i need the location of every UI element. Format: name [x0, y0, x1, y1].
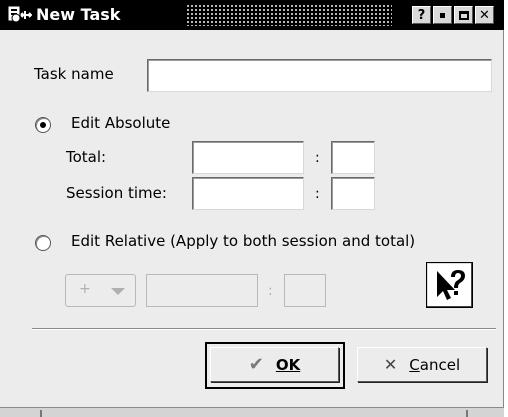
edit-relative-radio[interactable]	[35, 235, 51, 251]
total-minutes-field[interactable]	[331, 141, 375, 174]
task-name-field[interactable]	[147, 59, 492, 92]
session-time-label: Session time:	[66, 184, 167, 202]
relative-minutes-field[interactable]	[284, 274, 326, 307]
edit-relative-label[interactable]: Edit Relative (Apply to both session and…	[71, 232, 415, 250]
relative-hours-input[interactable]	[147, 275, 257, 306]
relative-colon: :	[268, 283, 273, 299]
cancel-label: Cancel	[409, 355, 461, 374]
close-button[interactable]: ✕	[475, 6, 494, 24]
relative-hours-field[interactable]	[146, 274, 258, 307]
cancel-button[interactable]: ✕ Cancel	[357, 347, 487, 382]
checkmark-icon: ✔	[248, 354, 264, 375]
footer-separator	[32, 328, 496, 330]
relative-minutes-input[interactable]	[285, 275, 325, 306]
whats-this-button[interactable]	[426, 262, 473, 308]
total-hours-field[interactable]	[192, 141, 304, 174]
session-colon: :	[315, 186, 320, 202]
maximize-icon	[458, 10, 469, 20]
sign-combo-value: +	[79, 281, 91, 297]
task-name-label: Task name	[34, 65, 114, 83]
minimize-button[interactable]	[433, 6, 452, 24]
total-hours-input[interactable]	[193, 142, 303, 173]
resize-grip-left[interactable]	[40, 410, 42, 417]
close-icon: ✕	[479, 7, 490, 23]
question-icon: ?	[417, 7, 426, 23]
chevron-down-icon	[111, 288, 125, 295]
sign-combo[interactable]: +	[65, 274, 136, 307]
window-title: New Task	[36, 5, 121, 24]
minimize-icon	[440, 12, 445, 18]
session-minutes-input[interactable]	[332, 178, 374, 209]
maximize-button[interactable]	[454, 6, 473, 24]
session-minutes-field[interactable]	[331, 177, 375, 210]
bottom-border	[0, 407, 504, 417]
new-task-dialog: New Task ? ✕ Task name Edit Absolute Tot…	[0, 0, 504, 417]
session-hours-field[interactable]	[192, 177, 304, 210]
title-bar[interactable]: New Task ? ✕	[0, 0, 504, 30]
session-hours-input[interactable]	[193, 178, 303, 209]
edit-absolute-label[interactable]: Edit Absolute	[71, 114, 170, 132]
ok-button[interactable]: ✔ OK	[210, 347, 339, 382]
total-colon: :	[315, 150, 320, 166]
total-label: Total:	[66, 148, 107, 166]
x-icon: ✕	[383, 355, 398, 374]
whats-this-icon	[437, 270, 465, 300]
title-bar-pattern	[186, 4, 392, 26]
resize-grip-right[interactable]	[466, 410, 468, 417]
total-minutes-input[interactable]	[332, 142, 374, 173]
task-name-input[interactable]	[148, 60, 491, 91]
edit-absolute-radio[interactable]	[35, 117, 51, 133]
title-help-button[interactable]: ?	[412, 6, 431, 24]
task-app-icon[interactable]	[8, 6, 32, 25]
ok-label: OK	[275, 355, 301, 374]
